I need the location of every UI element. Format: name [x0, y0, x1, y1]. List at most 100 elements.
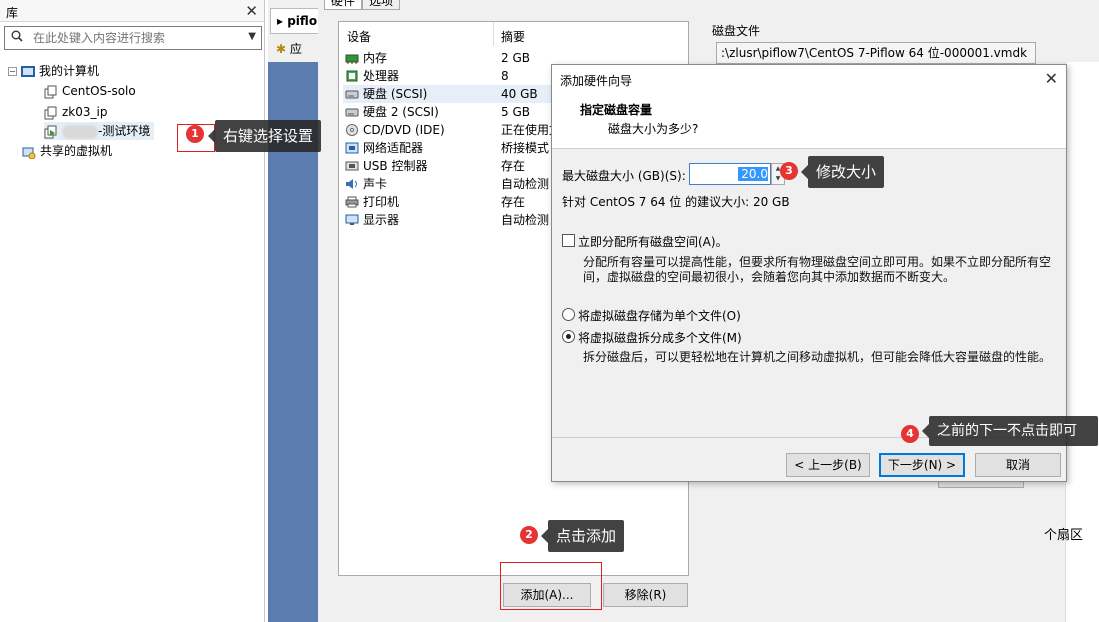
allocate-now-checkbox[interactable]	[562, 234, 575, 247]
allocate-now-label[interactable]: 立即分配所有磁盘空间(A)。	[578, 233, 728, 250]
cancel-button[interactable]: 取消	[975, 453, 1061, 477]
step-badge-1: 1	[186, 125, 204, 143]
device-summary: 自动检测	[501, 213, 550, 227]
back-button[interactable]: < 上一步(B)	[786, 453, 870, 477]
multi-file-radio[interactable]	[562, 330, 575, 343]
allocate-desc-line2: 间，虚拟磁盘的空间最初很小，会随着您向其中添加数据而不断变大。	[583, 270, 956, 284]
processor-icon	[346, 70, 358, 82]
column-device: 设备	[347, 30, 372, 44]
max-size-label: 最大磁盘大小 (GB)(S):	[562, 169, 686, 183]
vm-tab[interactable]: ▸ piflo	[270, 8, 318, 34]
step-badge-2: 2	[520, 526, 538, 544]
device-name: USB 控制器	[363, 159, 428, 173]
redacted-name	[62, 124, 98, 139]
memory-icon	[345, 54, 359, 64]
star-icon: ✱	[276, 42, 287, 56]
single-file-radio[interactable]	[562, 308, 575, 321]
usb-icon	[345, 161, 359, 171]
annotation-tooltip-3: 修改大小	[800, 156, 885, 188]
device-name: 显示器	[363, 213, 400, 227]
max-size-field[interactable]	[689, 163, 771, 185]
tree-node-vm-selected[interactable]: -测试环境	[44, 122, 155, 140]
device-summary: 8	[501, 69, 509, 83]
vm-subtab[interactable]: ✱ 应	[272, 38, 318, 58]
allocate-desc-line1: 分配所有容量可以提高性能，但要求所有物理磁盘空间立即可用。如果不立即分配所有空	[583, 255, 1052, 269]
vm-icon	[44, 85, 57, 98]
tree-node-vm[interactable]: CentOS-solo	[44, 82, 136, 100]
disk-file-path[interactable]: :\zlusr\piflow7\CentOS 7-Piflow 64 位-000…	[716, 42, 1036, 64]
vm-running-icon	[44, 125, 57, 138]
settings-tabs: 硬件 选项	[324, 0, 401, 10]
library-title: 库	[0, 0, 264, 22]
sectors-text: 个扇区	[1044, 528, 1084, 543]
device-name: 内存	[363, 51, 388, 65]
tree-node-shared[interactable]: 共享的虚拟机	[22, 142, 112, 160]
device-summary: 存在	[501, 195, 526, 209]
device-name: 硬盘 2 (SCSI)	[363, 105, 439, 119]
single-file-label[interactable]: 将虚拟磁盘存储为单个文件(O)	[578, 307, 741, 324]
network-icon	[345, 142, 359, 154]
close-icon[interactable]: ✕	[1045, 69, 1058, 88]
library-panel: 库 ✕ ▼ − 我的计算机 CentOS-solo zk03_ip -测试环境 共…	[0, 0, 265, 622]
tree-node-vm[interactable]: zk03_ip	[44, 103, 107, 121]
tab-hardware[interactable]: 硬件	[324, 0, 363, 10]
search-input[interactable]	[33, 29, 243, 47]
tree-node-label: zk03_ip	[62, 105, 108, 119]
device-name: 打印机	[363, 195, 400, 209]
cd-icon	[346, 124, 358, 136]
device-name: 硬盘 (SCSI)	[363, 87, 428, 101]
tree-node-label: CentOS-solo	[62, 84, 136, 98]
disk-file-label: 磁盘文件	[712, 24, 761, 38]
device-summary: 2 GB	[501, 51, 530, 65]
harddisk-icon	[345, 90, 359, 99]
search-icon	[11, 30, 23, 42]
device-name: CD/DVD (IDE)	[363, 123, 445, 137]
shared-vm-icon	[22, 147, 36, 159]
tree-node-label: 我的计算机	[39, 64, 100, 78]
tree-node-my-computer[interactable]: − 我的计算机	[8, 62, 99, 80]
column-divider	[493, 22, 494, 46]
tree-node-label: -测试环境	[98, 124, 151, 138]
device-name: 声卡	[363, 177, 388, 191]
device-summary: 桥接模式	[501, 141, 550, 155]
vm-tab-icon: ▸	[277, 14, 284, 28]
library-search[interactable]: ▼	[4, 26, 262, 50]
sound-icon	[346, 179, 357, 189]
max-size-input[interactable]	[738, 167, 768, 181]
multi-file-label[interactable]: 将虚拟磁盘拆分成多个文件(M)	[578, 329, 742, 346]
annotation-tooltip-2: 点击添加	[540, 520, 625, 552]
tree-node-label: 共享的虚拟机	[40, 144, 113, 158]
column-summary: 摘要	[501, 30, 526, 44]
wizard-title: 添加硬件向导	[552, 65, 1066, 93]
wizard-subheading: 磁盘大小为多少?	[608, 122, 699, 136]
annotation-tooltip-4: 之前的下一不点击即可	[922, 416, 1098, 446]
vm-icon	[44, 106, 57, 119]
harddisk-icon	[345, 108, 359, 117]
display-icon	[345, 214, 359, 225]
device-name: 处理器	[363, 69, 400, 83]
vm-subtab-label: 应	[289, 42, 302, 56]
step-badge-3: 3	[780, 162, 798, 180]
vm-tab-strip: ▸ piflo ✱ 应	[268, 0, 318, 622]
computer-icon	[21, 66, 35, 77]
wizard-header: 指定磁盘容量 磁盘大小为多少?	[552, 93, 1066, 149]
device-summary: 40 GB	[501, 87, 538, 101]
annotation-tooltip-1: 右键选择设置	[207, 120, 322, 152]
next-button[interactable]: 下一步(N) >	[879, 453, 965, 477]
recommended-size-text: 针对 CentOS 7 64 位 的建议大小: 20 GB	[562, 195, 790, 209]
device-summary: 自动检测	[501, 177, 550, 191]
device-name: 网络适配器	[363, 141, 424, 155]
close-icon[interactable]: ✕	[245, 2, 258, 20]
chevron-down-icon[interactable]: ▼	[248, 31, 256, 42]
remove-hardware-button[interactable]: 移除(R)	[603, 583, 688, 607]
step-badge-4: 4	[901, 425, 919, 443]
device-summary: 5 GB	[501, 105, 530, 119]
tab-options[interactable]: 选项	[362, 0, 401, 10]
multi-file-desc: 拆分磁盘后，可以更轻松地在计算机之间移动虚拟机，但可能会降低大容量磁盘的性能。	[583, 350, 1052, 364]
collapse-icon[interactable]: −	[8, 67, 17, 76]
printer-icon	[345, 196, 359, 208]
wizard-heading: 指定磁盘容量	[580, 103, 653, 117]
device-summary: 存在	[501, 159, 526, 173]
highlight-box-add	[500, 562, 602, 610]
vm-tab-title: piflo	[287, 14, 318, 28]
